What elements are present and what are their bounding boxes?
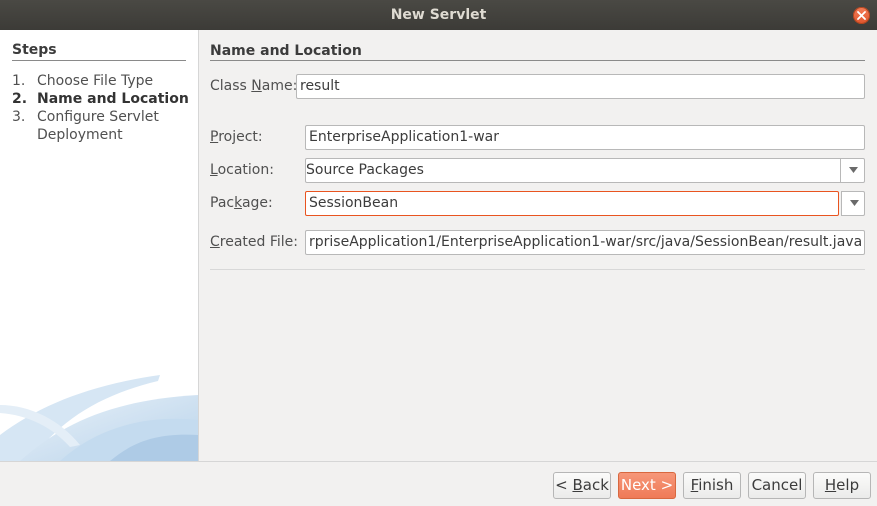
close-button[interactable] xyxy=(853,7,870,24)
next-button[interactable]: Next > xyxy=(618,472,676,499)
created-file-label: Created File: xyxy=(210,234,299,250)
class-name-label: Class Name: xyxy=(210,78,298,94)
finish-button[interactable]: Finish xyxy=(683,472,741,499)
package-dropdown-button[interactable] xyxy=(841,191,865,216)
main-panel: Name and Location Class Name: result Pro… xyxy=(199,30,877,461)
steps-divider xyxy=(12,60,186,61)
created-file-field[interactable]: rpriseApplication1/EnterpriseApplication… xyxy=(305,230,865,255)
close-icon xyxy=(857,11,866,20)
steps-heading: Steps xyxy=(12,42,57,58)
section-heading: Name and Location xyxy=(210,43,362,59)
class-name-input[interactable]: result xyxy=(296,74,865,99)
form-bottom-divider xyxy=(210,269,865,270)
window-title: New Servlet xyxy=(390,7,487,23)
netbeans-swoosh-decoration xyxy=(0,375,198,461)
project-field[interactable]: EnterpriseApplication1-war xyxy=(305,125,865,150)
package-combobox[interactable]: SessionBean xyxy=(305,191,839,216)
help-button[interactable]: Help xyxy=(813,472,871,499)
chevron-down-icon xyxy=(849,167,858,173)
package-label: Package: xyxy=(210,195,273,211)
section-divider xyxy=(210,60,865,61)
location-select[interactable]: Source Packages xyxy=(305,158,841,183)
chevron-down-icon xyxy=(850,200,859,206)
project-label: Project: xyxy=(210,129,263,145)
cancel-button[interactable]: Cancel xyxy=(748,472,806,499)
location-dropdown-button[interactable] xyxy=(841,158,865,183)
button-bar: < Back Next > Finish Cancel Help xyxy=(0,461,877,506)
location-label: Location: xyxy=(210,162,274,178)
steps-panel: Steps 1. Choose File Type 2. Name and Lo… xyxy=(0,30,199,461)
back-button[interactable]: < Back xyxy=(553,472,611,499)
